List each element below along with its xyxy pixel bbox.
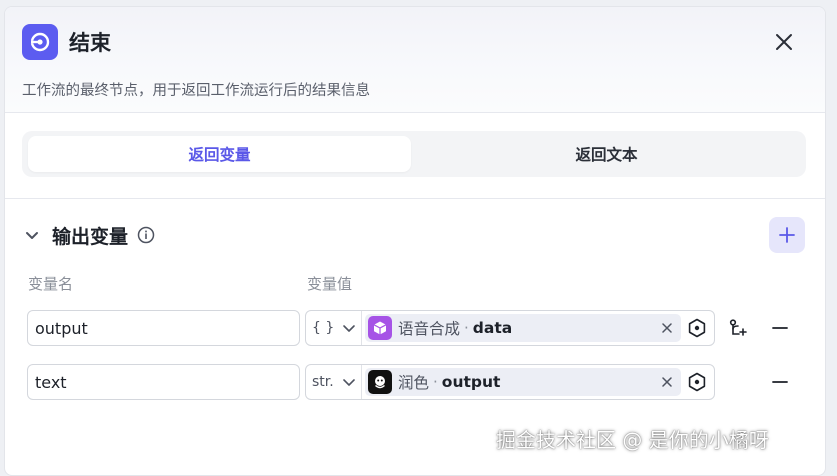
remove-variable-button[interactable]: [769, 371, 791, 393]
variable-value-field: { } 语音合成 · data: [305, 310, 715, 346]
tab-return-variables[interactable]: 返回变量: [28, 136, 411, 172]
clear-icon[interactable]: [659, 374, 675, 390]
variable-reference-chip[interactable]: 润色 · output: [365, 368, 681, 396]
end-node-panel: 结束 工作流的最终节点，用于返回工作流运行后的结果信息 返回变量 返回文本 输出…: [4, 6, 826, 476]
chevron-down-icon: [342, 320, 358, 336]
cube-icon: [368, 316, 392, 340]
type-label: { }: [312, 320, 335, 336]
clear-icon[interactable]: [659, 320, 675, 336]
type-label: str.: [312, 374, 334, 390]
section-title: 输出变量: [52, 225, 129, 248]
reference-separator: ·: [433, 373, 438, 391]
chevron-down-icon[interactable]: [22, 225, 42, 245]
stop-circle-icon: [22, 24, 58, 60]
variable-row: str. 润色 · output: [5, 364, 825, 400]
watermark: 掘金技术社区 @ 是你的小橘呀: [496, 428, 769, 452]
reference-field-name: data: [472, 319, 513, 337]
type-select[interactable]: str.: [306, 365, 362, 399]
reference-separator: ·: [464, 319, 469, 337]
close-button[interactable]: [771, 29, 797, 55]
variable-value-field: str. 润色 · output: [305, 364, 715, 400]
reference-field-name: output: [441, 373, 501, 391]
info-icon[interactable]: [136, 225, 156, 245]
node-title: 结束: [69, 31, 111, 55]
return-mode-switch: 返回变量 返回文本: [22, 131, 806, 177]
reference-node-name: 润色: [398, 374, 430, 392]
variable-row: { } 语音合成 · data: [5, 310, 825, 346]
output-section-header: 输出变量: [22, 219, 156, 251]
node-description: 工作流的最终节点，用于返回工作流运行后的结果信息: [22, 83, 370, 99]
add-variable-button[interactable]: [769, 217, 805, 253]
variable-name-input[interactable]: [27, 310, 300, 346]
variable-reference-chip[interactable]: 语音合成 · data: [365, 314, 681, 342]
llm-icon: [368, 370, 392, 394]
add-child-variable-icon[interactable]: [727, 317, 749, 339]
variable-name-input[interactable]: [27, 364, 300, 400]
section-divider: [5, 198, 825, 199]
tab-return-text[interactable]: 返回文本: [415, 136, 798, 172]
plus-icon: [779, 227, 795, 243]
type-select[interactable]: { }: [306, 311, 362, 345]
column-label-value: 变量值: [307, 275, 353, 293]
minus-icon: [772, 381, 788, 383]
remove-variable-button[interactable]: [769, 317, 791, 339]
close-icon: [776, 34, 792, 50]
variable-picker-icon[interactable]: [686, 317, 708, 339]
chevron-down-icon: [342, 374, 358, 390]
column-label-name: 变量名: [28, 275, 74, 293]
variable-picker-icon[interactable]: [686, 371, 708, 393]
reference-node-name: 语音合成: [398, 320, 461, 338]
minus-icon: [772, 327, 788, 329]
panel-header: 结束 工作流的最终节点，用于返回工作流运行后的结果信息: [5, 7, 825, 113]
